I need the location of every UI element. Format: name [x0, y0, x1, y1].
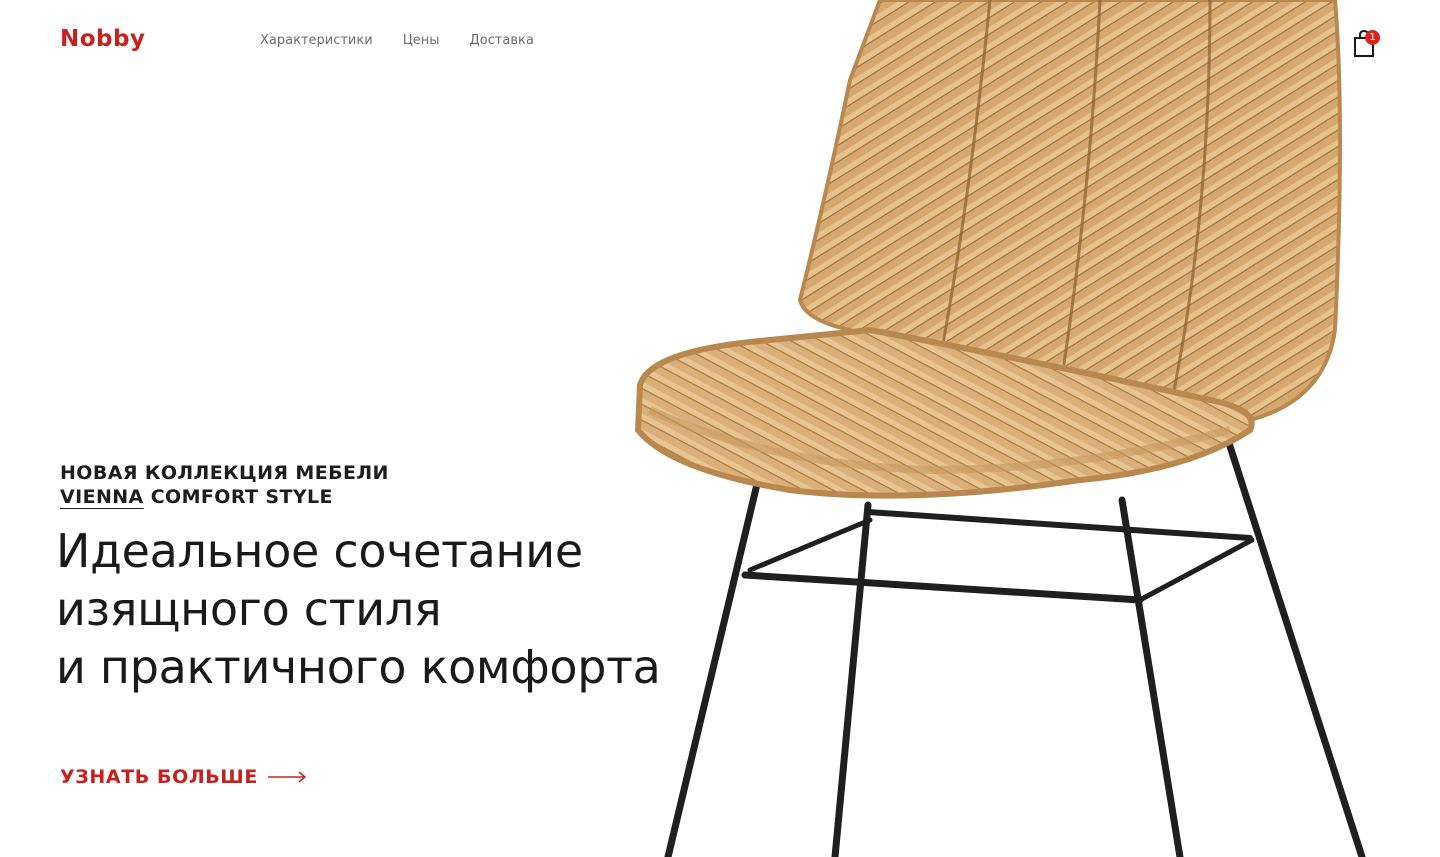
headline-line: изящного стиля — [56, 582, 442, 636]
logo[interactable]: Nobby — [60, 28, 145, 51]
kicker-line-2: VIENNA COMFORT STYLE — [60, 485, 389, 509]
hero-headline: Идеальное сочетание изящного стиля и пра… — [56, 522, 661, 696]
long-arrow-right-icon — [267, 771, 307, 783]
rattan-chair-image — [634, 0, 1366, 857]
nav-link-characteristics[interactable]: Характеристики — [260, 33, 373, 48]
cart-count-badge: 1 — [1365, 30, 1380, 45]
cart-button[interactable]: 1 — [1352, 28, 1382, 58]
learn-more-button[interactable]: УЗНАТЬ БОЛЬШЕ — [60, 766, 308, 788]
main-nav: Характеристики Цены Доставка — [260, 33, 534, 48]
kicker-rest: COMFORT STYLE — [150, 486, 333, 508]
landing-page: Nobby Характеристики Цены Доставка 1 НОВ… — [0, 0, 1440, 857]
nav-link-prices[interactable]: Цены — [403, 33, 440, 48]
collection-kicker: НОВАЯ КОЛЛЕКЦИЯ МЕБЕЛИ VIENNA COMFORT ST… — [60, 461, 389, 509]
headline-line: и практичного комфорта — [56, 640, 661, 694]
learn-more-label: УЗНАТЬ БОЛЬШЕ — [60, 766, 258, 788]
chair-legs — [664, 436, 1366, 857]
collection-brand-link[interactable]: VIENNA — [60, 486, 144, 508]
headline-line: Идеальное сочетание — [56, 524, 583, 578]
nav-link-delivery[interactable]: Доставка — [470, 33, 534, 48]
kicker-line-1: НОВАЯ КОЛЛЕКЦИЯ МЕБЕЛИ — [60, 462, 389, 484]
